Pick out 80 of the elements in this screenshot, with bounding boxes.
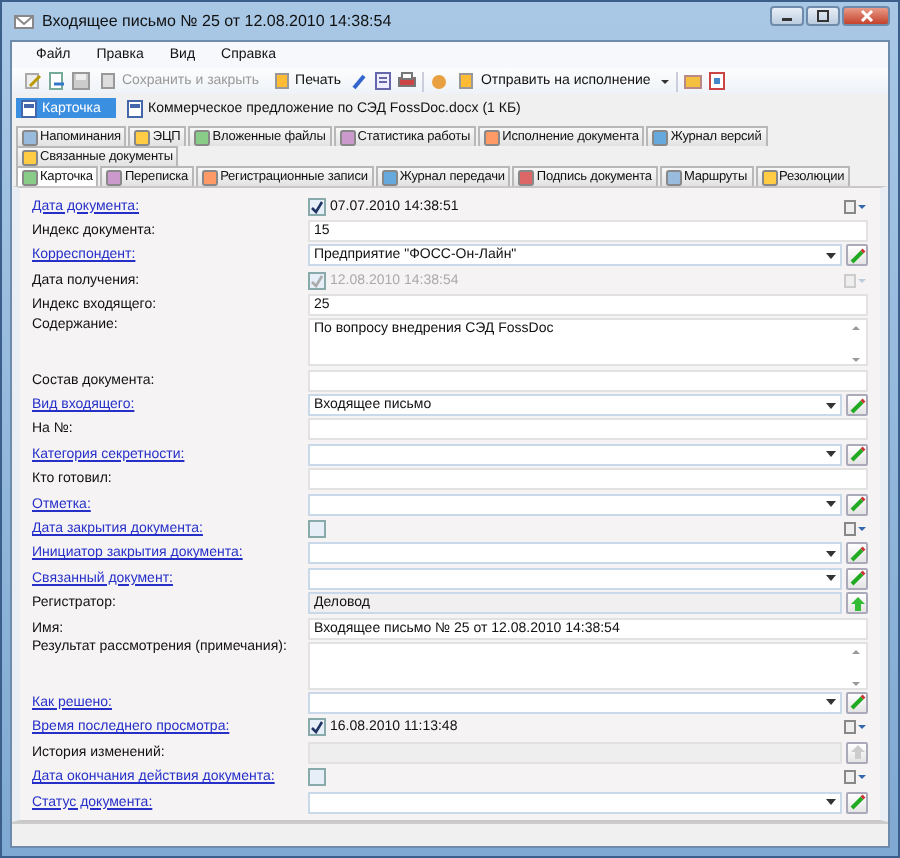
pencil-icon	[849, 397, 865, 414]
caret-icon	[826, 500, 836, 509]
tab-icon	[339, 129, 356, 145]
tab-icon	[652, 129, 669, 145]
calendar-dropdown-icon	[844, 273, 868, 288]
memo-field[interactable]	[308, 641, 868, 690]
tab-icon	[202, 169, 219, 185]
minimize-button[interactable]	[770, 6, 804, 26]
date-field[interactable]	[308, 766, 868, 789]
tab-icon	[665, 169, 682, 185]
document-icon	[126, 99, 144, 117]
document-icon	[20, 99, 38, 117]
text-field[interactable]	[308, 369, 868, 392]
save-icon[interactable]	[72, 72, 90, 90]
calendar-dropdown-icon	[844, 770, 868, 785]
checkbox[interactable]	[308, 197, 326, 216]
edit-button[interactable]	[846, 791, 868, 813]
scrollbar-icon	[850, 645, 862, 690]
tab-icon	[106, 169, 123, 185]
close-icon	[859, 10, 873, 22]
tab-icon	[134, 129, 151, 145]
combo-box[interactable]	[308, 493, 842, 516]
maximize-button[interactable]	[806, 6, 840, 26]
combo-box[interactable]	[308, 567, 842, 590]
document-icon	[100, 72, 118, 90]
pencil-icon	[849, 694, 865, 711]
caret-icon	[826, 698, 836, 707]
combo-box[interactable]	[308, 542, 842, 565]
edit-button[interactable]	[846, 691, 868, 714]
caret-icon	[826, 450, 836, 459]
caret-icon	[826, 798, 836, 806]
checkbox[interactable]	[308, 768, 326, 787]
pencil-icon	[849, 545, 865, 562]
list-icon[interactable]	[374, 72, 393, 90]
edit-button[interactable]	[846, 493, 868, 516]
tab-icon	[518, 169, 535, 185]
up-arrow-icon	[849, 595, 865, 612]
edit-button[interactable]	[846, 394, 868, 417]
edit-icon[interactable]	[24, 72, 42, 90]
edit-button[interactable]	[846, 542, 868, 565]
edit-button[interactable]	[846, 244, 868, 267]
scrollbar-icon	[850, 322, 862, 367]
pencil-icon	[849, 496, 865, 513]
close-button[interactable]	[842, 6, 890, 26]
select-button[interactable]	[846, 741, 868, 764]
document-icon	[458, 72, 477, 90]
calendar-dropdown-icon	[844, 720, 868, 735]
folder-icon[interactable]	[684, 72, 703, 90]
caret-icon	[826, 251, 836, 260]
combo-box[interactable]	[308, 791, 842, 813]
up-arrow-icon	[849, 744, 865, 761]
checkbox[interactable]	[308, 718, 326, 737]
checkbox[interactable]	[308, 519, 326, 538]
tab-icon	[761, 169, 778, 185]
text-field[interactable]	[308, 468, 868, 491]
window-title: Входящее письмо № 25 от 12.08.2010 14:38:54	[42, 12, 394, 30]
pencil-icon	[849, 570, 865, 587]
calendar-dropdown-icon	[844, 521, 868, 536]
document-icon[interactable]	[708, 72, 727, 90]
printer-icon[interactable]	[398, 72, 417, 90]
document-icon	[273, 72, 292, 90]
pencil-icon	[849, 794, 865, 810]
edit-button[interactable]	[846, 567, 868, 590]
caret-icon	[826, 401, 836, 410]
envelope-icon	[14, 11, 34, 31]
tab-icon	[484, 129, 501, 145]
edit-button[interactable]	[846, 443, 868, 466]
text-field[interactable]	[308, 418, 868, 441]
pen-icon[interactable]	[350, 72, 369, 90]
select-button[interactable]	[846, 592, 868, 615]
combo-box[interactable]	[308, 443, 842, 466]
caret-icon	[826, 574, 836, 583]
caret-icon	[826, 549, 836, 558]
tab-icon	[194, 129, 211, 145]
maximize-icon	[816, 10, 830, 22]
date-field[interactable]	[308, 517, 868, 540]
pencil-icon	[849, 446, 865, 463]
tab-icon	[381, 169, 398, 185]
pencil-icon	[849, 247, 865, 264]
calendar-dropdown-icon	[844, 199, 868, 214]
